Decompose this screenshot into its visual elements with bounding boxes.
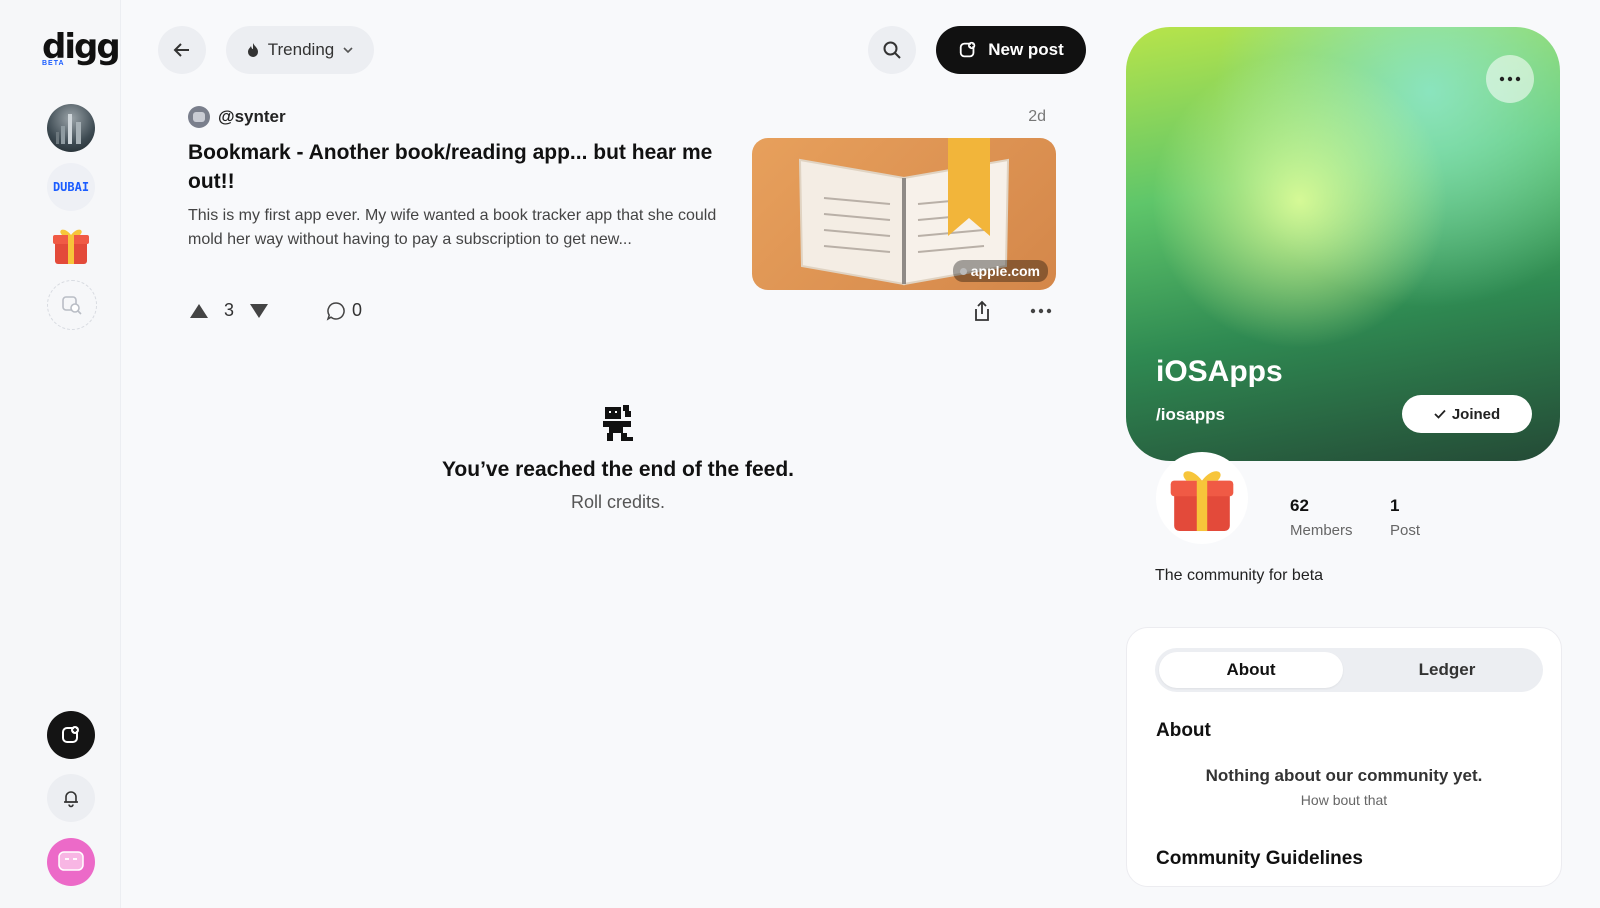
end-of-feed-heading: You’ve reached the end of the feed. — [441, 458, 795, 481]
about-card: About Ledger About Nothing about our com… — [1126, 627, 1562, 887]
post-excerpt: This is my first app ever. My wife wante… — [188, 207, 717, 248]
share-icon — [975, 300, 989, 321]
flame-icon — [247, 43, 258, 57]
author-avatar-icon — [193, 112, 205, 122]
dubai-label: DUBAI — [52, 180, 90, 194]
community-search-icon — [62, 296, 82, 315]
more-horizontal-icon — [1499, 76, 1521, 82]
community-name: iOSApps — [1156, 355, 1283, 388]
new-post-icon — [62, 726, 79, 743]
community-avatar-city[interactable] — [47, 104, 95, 152]
guidelines-heading: Community Guidelines — [1156, 848, 1363, 869]
back-button[interactable] — [158, 26, 206, 74]
community-avatar — [1156, 452, 1248, 544]
joined-label: Joined — [1451, 405, 1501, 423]
community-menu-button[interactable] — [1486, 55, 1534, 103]
search-button[interactable] — [868, 26, 916, 74]
share-button[interactable] — [972, 300, 992, 327]
logo-text: digg — [42, 27, 121, 67]
notifications-button[interactable] — [47, 774, 95, 822]
link-source: apple.com — [952, 260, 1048, 282]
tab-ledger[interactable]: Ledger — [1355, 652, 1539, 688]
post-time: 2d — [1028, 108, 1046, 125]
community-hero: iOSApps /iosapps Joined — [1126, 27, 1560, 461]
about-empty-heading: Nothing about our community yet. — [1205, 766, 1483, 785]
post-title[interactable]: Bookmark - Another book/reading app... b… — [188, 138, 718, 196]
community-avatar-dubai[interactable]: DUBAI — [47, 163, 95, 211]
new-post-label: New post — [988, 40, 1064, 59]
about-heading: About — [1156, 720, 1211, 741]
members-stat: 62 Members — [1290, 496, 1353, 539]
post-thumbnail[interactable]: apple.com — [752, 138, 1056, 290]
upvote-icon[interactable] — [188, 302, 210, 320]
left-rail: digg BETA DUBAI — [0, 0, 121, 908]
vote-controls: 3 — [188, 300, 270, 321]
gift-icon — [53, 229, 89, 264]
new-post-icon — [960, 41, 976, 58]
comment-icon — [326, 301, 345, 321]
bell-icon — [64, 791, 78, 808]
about-tabs: About Ledger — [1155, 648, 1543, 692]
checkmark-icon — [1434, 409, 1446, 419]
members-label: Members — [1290, 522, 1353, 539]
arrow-left-icon — [173, 43, 189, 57]
city-skyline-icon — [56, 114, 81, 144]
members-count: 62 — [1290, 496, 1309, 515]
new-post-button[interactable]: New post — [936, 26, 1086, 74]
vote-score: 3 — [224, 300, 235, 320]
chevron-down-icon — [343, 47, 353, 54]
posts-label: Post — [1390, 522, 1421, 539]
joined-button[interactable]: Joined — [1402, 395, 1532, 433]
comments-button[interactable]: 0 — [326, 300, 362, 321]
community-slug: /iosapps — [1156, 405, 1225, 424]
rail-new-post-button[interactable] — [47, 711, 95, 759]
browse-communities-button[interactable] — [47, 280, 97, 330]
tab-about[interactable]: About — [1159, 652, 1343, 688]
author-handle: @synter — [218, 107, 286, 126]
gift-icon — [1170, 471, 1234, 532]
post-more-button[interactable] — [1030, 302, 1052, 320]
posts-count: 1 — [1390, 496, 1400, 515]
post-card[interactable]: @synter 2d Bookmark - Another book/readi… — [188, 104, 1058, 344]
beta-badge: BETA — [42, 60, 65, 67]
more-horizontal-icon — [1030, 308, 1052, 314]
top-bar: Trending New post — [148, 26, 1088, 74]
feed-sort-dropdown[interactable]: Trending — [226, 26, 374, 74]
pixel-robot-icon — [603, 405, 633, 441]
community-description: The community for beta — [1155, 567, 1324, 584]
end-of-feed-sub: Roll credits. — [570, 492, 666, 512]
user-avatar-icon — [58, 851, 84, 871]
digg-logo[interactable]: digg BETA — [42, 27, 121, 68]
user-avatar[interactable] — [47, 838, 95, 886]
comment-count: 0 — [352, 300, 363, 320]
downvote-icon[interactable] — [248, 302, 270, 320]
end-of-feed: You’ve reached the end of the feed. Roll… — [148, 405, 1088, 513]
search-icon — [883, 41, 901, 59]
post-actions: 3 0 — [188, 300, 1058, 328]
posts-stat: 1 Post — [1390, 496, 1420, 539]
community-avatar-gift[interactable] — [47, 221, 95, 269]
author-avatar — [188, 106, 210, 128]
feed-sort-label: Trending — [267, 40, 335, 59]
about-empty-sub: How bout that — [1300, 792, 1388, 808]
post-author[interactable]: @synter — [188, 106, 286, 128]
